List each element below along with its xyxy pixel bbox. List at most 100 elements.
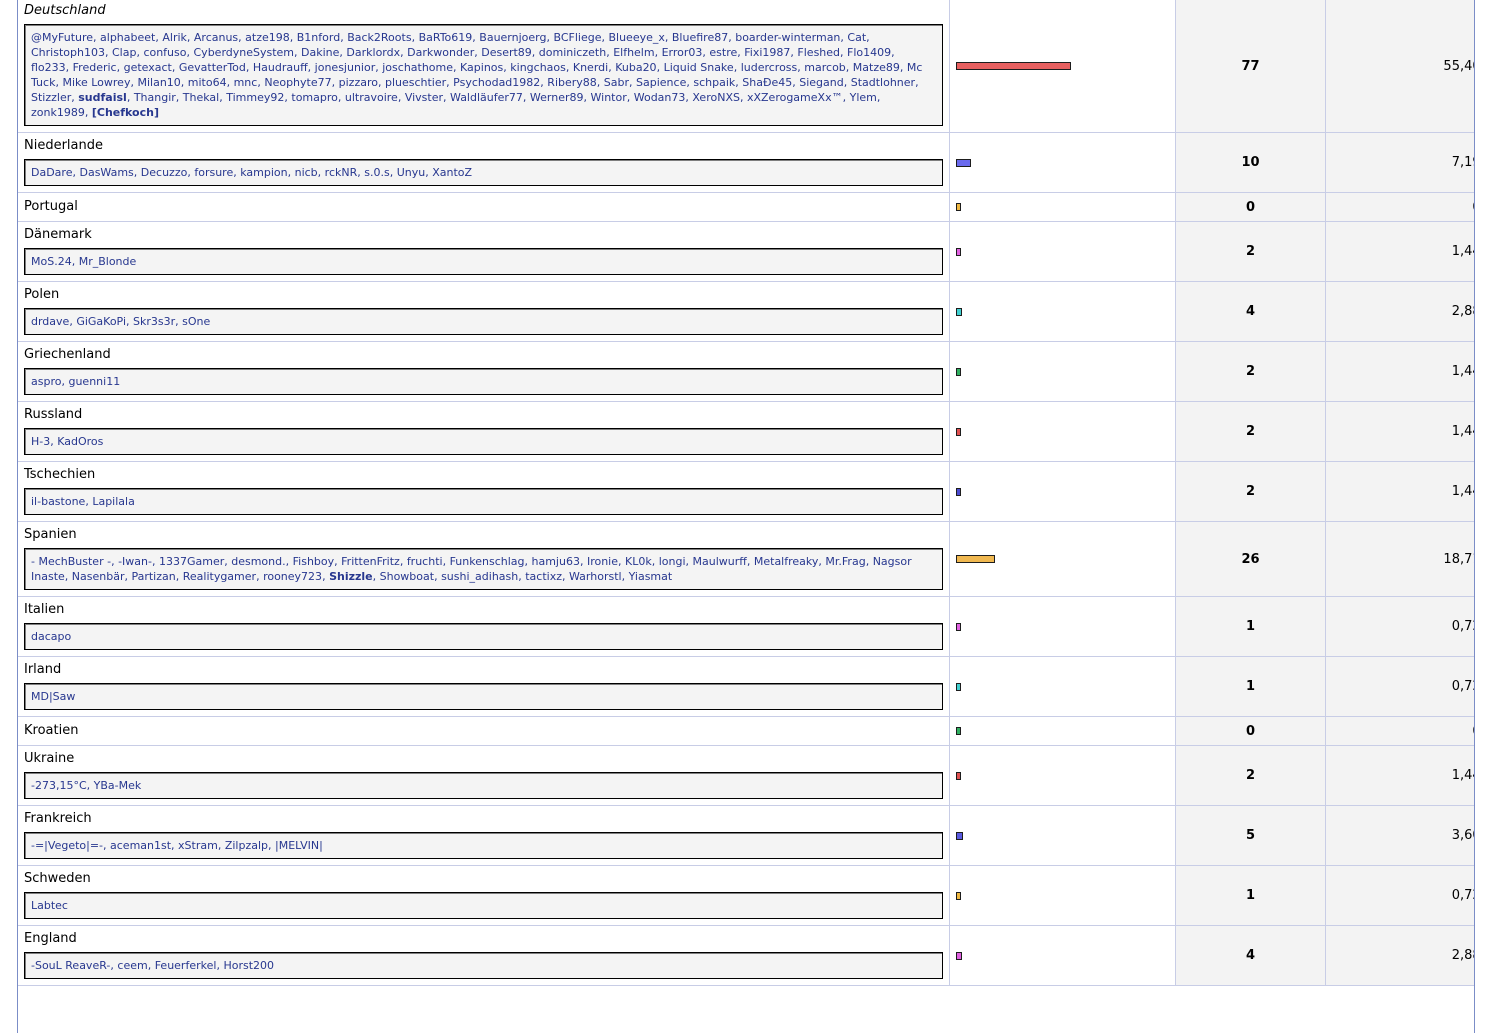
voter-link[interactable]: Vivster <box>405 91 443 104</box>
voter-link[interactable]: Siegand <box>799 76 843 89</box>
voter-link[interactable]: 1337Gamer <box>159 555 224 568</box>
voter-link[interactable]: sOne <box>182 315 210 328</box>
voter-link[interactable]: atze198 <box>245 31 290 44</box>
voter-link[interactable]: Knerdi <box>573 61 608 74</box>
voter-link[interactable]: Fleshed <box>797 46 840 59</box>
voter-link[interactable]: sudfaisl <box>78 91 127 104</box>
voter-link[interactable]: fruchti <box>407 555 443 568</box>
voter-link[interactable]: marcob <box>804 61 846 74</box>
voter-link[interactable]: Waldläufer77 <box>450 91 523 104</box>
voter-link[interactable]: Maulwurff <box>693 555 747 568</box>
voter-link[interactable]: Neophyte77 <box>264 76 331 89</box>
voter-link[interactable]: Elfhelm <box>613 46 654 59</box>
voter-link[interactable]: il-bastone <box>31 495 85 508</box>
voter-link[interactable]: rooney723 <box>263 570 322 583</box>
voter-link[interactable]: Funkenschlag <box>450 555 525 568</box>
voter-link[interactable]: boarder-winterman <box>735 31 840 44</box>
voter-link[interactable]: Lapilala <box>92 495 135 508</box>
voter-link[interactable]: flo233 <box>31 61 66 74</box>
voter-link[interactable]: zonk1989 <box>31 106 85 119</box>
voter-link[interactable]: FrittenFritz <box>341 555 400 568</box>
voter-link[interactable]: Skr3s3r <box>133 315 175 328</box>
voter-link[interactable]: Kuba20 <box>615 61 656 74</box>
voter-link[interactable]: forsure <box>194 166 233 179</box>
voter-link[interactable]: Christoph103 <box>31 46 105 59</box>
voter-link[interactable]: Mike Lowrey <box>62 76 130 89</box>
voter-link[interactable]: Realitygamer <box>183 570 256 583</box>
voter-link[interactable]: Back2Roots <box>347 31 411 44</box>
voter-link[interactable]: BCFliege <box>553 31 601 44</box>
voter-link[interactable]: GevatterTod <box>179 61 246 74</box>
voter-link[interactable]: [Chefkoch] <box>92 106 159 119</box>
voter-link[interactable]: Timmey92 <box>226 91 284 104</box>
voter-link[interactable]: Cat <box>847 31 866 44</box>
voter-link[interactable]: ceem <box>117 959 147 972</box>
voter-link[interactable]: GiGaKoPi <box>76 315 126 328</box>
voter-link[interactable]: drdave <box>31 315 69 328</box>
voter-link[interactable]: Kapinos <box>460 61 503 74</box>
voter-link[interactable]: Metalfreaky <box>754 555 819 568</box>
voter-link[interactable]: Ylem <box>850 91 877 104</box>
voter-link[interactable]: Arcanus <box>194 31 238 44</box>
voter-link[interactable]: Darklordx <box>346 46 400 59</box>
voter-link[interactable]: Stadtlohner <box>851 76 915 89</box>
voter-link[interactable]: Fishboy <box>293 555 335 568</box>
voter-link[interactable]: longi <box>659 555 686 568</box>
voter-link[interactable]: B1nford <box>297 31 340 44</box>
voter-link[interactable]: Decuzzo <box>141 166 188 179</box>
voter-link[interactable]: joschathome <box>382 61 453 74</box>
voter-link[interactable]: Zilpzalp <box>225 839 268 852</box>
voter-link[interactable]: Alrik <box>162 31 187 44</box>
voter-link[interactable]: Thekal <box>183 91 219 104</box>
voter-link[interactable]: -=|Vegeto|=- <box>31 839 103 852</box>
voter-link[interactable]: Psychodad1982 <box>453 76 540 89</box>
voter-link[interactable]: confuso <box>143 46 186 59</box>
voter-link[interactable]: getexact <box>124 61 172 74</box>
voter-link[interactable]: Darkwonder <box>407 46 474 59</box>
voter-link[interactable]: XantoZ <box>432 166 472 179</box>
voter-link[interactable]: BaRTo619 <box>419 31 473 44</box>
voter-link[interactable]: Error03 <box>662 46 703 59</box>
voter-link[interactable]: Clap <box>112 46 136 59</box>
voter-link[interactable]: Sapience <box>636 76 686 89</box>
voter-link[interactable]: rckNR <box>325 166 358 179</box>
voter-link[interactable]: ultravoire <box>345 91 398 104</box>
voter-link[interactable]: Bluefire87 <box>672 31 728 44</box>
voter-link[interactable]: YBa-Mek <box>94 779 142 792</box>
voter-link[interactable]: @MyFuture <box>31 31 93 44</box>
voter-link[interactable]: dacapo <box>31 630 71 643</box>
voter-link[interactable]: Sabr <box>604 76 629 89</box>
voter-link[interactable]: KadOros <box>57 435 103 448</box>
voter-link[interactable]: |MELVIN| <box>275 839 323 852</box>
voter-link[interactable]: Mr_Blonde <box>79 255 137 268</box>
voter-link[interactable]: Milan10 <box>137 76 180 89</box>
voter-link[interactable]: -Iwan- <box>118 555 152 568</box>
voter-link[interactable]: nicb <box>295 166 318 179</box>
voter-link[interactable]: dominiczeth <box>539 46 606 59</box>
voter-link[interactable]: Fixi1987 <box>744 46 790 59</box>
voter-link[interactable]: Warhorstl <box>569 570 622 583</box>
voter-link[interactable]: XeroNXS <box>692 91 740 104</box>
voter-link[interactable]: kingchaos <box>510 61 566 74</box>
voter-link[interactable]: kampion <box>240 166 287 179</box>
voter-link[interactable]: Wintor <box>591 91 627 104</box>
voter-link[interactable]: Werner89 <box>530 91 584 104</box>
voter-link[interactable]: Feuerferkel <box>155 959 217 972</box>
voter-link[interactable]: Showboat <box>380 570 434 583</box>
voter-link[interactable]: pizzaro <box>339 76 378 89</box>
voter-link[interactable]: Horst200 <box>223 959 274 972</box>
voter-link[interactable]: MD|Saw <box>31 690 75 703</box>
voter-link[interactable]: aceman1st <box>110 839 171 852</box>
voter-link[interactable]: ShaĐe45 <box>742 76 792 89</box>
voter-link[interactable]: Flo1409 <box>847 46 891 59</box>
voter-link[interactable]: H-3 <box>31 435 50 448</box>
voter-link[interactable]: Mr.Frag <box>825 555 865 568</box>
voter-link[interactable]: Ribery88 <box>547 76 596 89</box>
voter-link[interactable]: Partizan <box>131 570 175 583</box>
voter-link[interactable]: Haudrauff <box>253 61 308 74</box>
voter-link[interactable]: jonesjunior <box>315 61 376 74</box>
voter-link[interactable]: schpaik <box>693 76 735 89</box>
voter-link[interactable]: xStram <box>178 839 218 852</box>
voter-link[interactable]: estre <box>709 46 737 59</box>
voter-link[interactable]: mito64 <box>188 76 227 89</box>
